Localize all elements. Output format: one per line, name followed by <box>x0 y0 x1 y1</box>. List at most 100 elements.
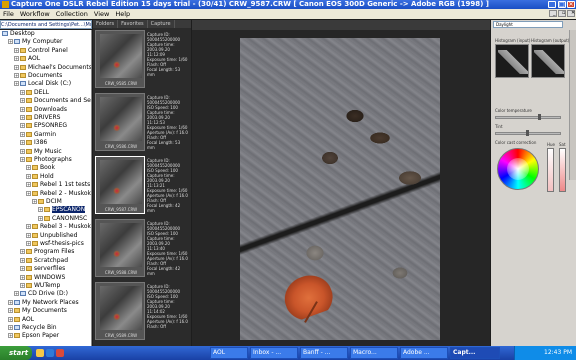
expand-toggle-icon[interactable]: + <box>8 39 13 45</box>
minimize-button[interactable]: _ <box>548 1 556 8</box>
slider-knob[interactable] <box>538 114 541 120</box>
tree-item[interactable]: + Rebel 3 - Muskoka <box>26 223 91 231</box>
tree-item[interactable]: + Hold <box>26 173 54 181</box>
quicklaunch-folder-icon[interactable] <box>36 349 44 357</box>
tree-item[interactable]: + DCIM <box>32 198 62 206</box>
tree-item[interactable]: + CD Drive (D:) <box>14 290 68 298</box>
expand-toggle-icon[interactable]: + <box>38 207 43 213</box>
tree-item[interactable]: + CANONMSC <box>38 215 87 223</box>
tree-item[interactable]: + Epson Paper <box>8 332 59 340</box>
expand-toggle-icon[interactable]: + <box>14 291 19 297</box>
expand-toggle-icon[interactable]: + <box>26 232 31 238</box>
expand-toggle-icon[interactable]: + <box>20 106 25 112</box>
tree-item[interactable]: + Rebel 1 1st tests <box>26 181 90 189</box>
expand-toggle-icon[interactable]: + <box>26 165 31 171</box>
tree-item[interactable]: + wsf-thesis-pics <box>26 240 84 248</box>
tree-item[interactable]: + Documents <box>14 72 62 80</box>
expand-toggle-icon[interactable]: + <box>14 47 19 53</box>
image-browser[interactable]: Folders Favorites Capture CRW_9585.CRW Capt… <box>93 20 191 346</box>
expand-toggle-icon[interactable]: + <box>8 299 13 305</box>
menu-view[interactable]: View <box>91 9 112 19</box>
tab-folders[interactable]: Folders <box>93 20 119 28</box>
mdi-minimize-icon[interactable]: _ <box>549 10 557 17</box>
tree-item[interactable]: + Unpublished <box>26 232 77 240</box>
expand-toggle-icon[interactable]: + <box>20 274 25 280</box>
thumbnail-row[interactable]: CRW_9585.CRW Capture ID: 5000455200000 Capt… <box>95 30 189 90</box>
tree-item[interactable]: + My Network Places <box>8 299 79 307</box>
tree-item[interactable]: + My Music <box>20 148 62 156</box>
slider-knob[interactable] <box>526 130 529 136</box>
tree-item[interactable]: + EPSCANON <box>38 206 86 214</box>
folder-tree[interactable]: Desktop + My Computer + Control Panel + AOL + Mi… <box>0 30 92 346</box>
expand-toggle-icon[interactable]: + <box>14 56 19 62</box>
expand-toggle-icon[interactable]: + <box>20 89 25 95</box>
menu-workflow[interactable]: Workflow <box>17 9 53 19</box>
expand-toggle-icon[interactable]: + <box>26 190 31 196</box>
quicklaunch-media-icon[interactable] <box>56 349 64 357</box>
panel-vertical-tabs[interactable] <box>569 30 576 180</box>
tree-item[interactable]: + My Documents <box>8 307 67 315</box>
expand-toggle-icon[interactable]: + <box>8 308 13 314</box>
thumbnail[interactable]: CRW_9588.CRW <box>95 219 145 277</box>
taskbar-item[interactable]: Macro... <box>350 347 398 359</box>
tree-item[interactable]: + Recycle Bin <box>8 324 57 332</box>
start-button[interactable]: start <box>0 346 32 360</box>
tree-item[interactable]: + serverfiles <box>20 265 65 273</box>
mdi-close-icon[interactable]: ✕ <box>567 10 575 17</box>
tree-item[interactable]: + Scratchpad <box>20 257 68 265</box>
tree-item[interactable]: + Michael's Documents <box>14 64 91 72</box>
image-viewer[interactable] <box>192 20 490 346</box>
expand-toggle-icon[interactable]: + <box>20 249 25 255</box>
tree-item[interactable]: + AOL <box>14 55 40 63</box>
tree-item[interactable]: + Local Disk (C:) <box>14 80 71 88</box>
expand-toggle-icon[interactable]: + <box>26 173 31 179</box>
taskbar-item[interactable]: Inbox - ... <box>250 347 298 359</box>
menu-file[interactable]: File <box>0 9 17 19</box>
expand-toggle-icon[interactable]: + <box>14 81 19 87</box>
tree-item[interactable]: + Control Panel <box>14 47 68 55</box>
taskbar-item[interactable]: AOL <box>210 347 248 359</box>
menu-collection[interactable]: Collection <box>53 9 91 19</box>
color-temperature-slider[interactable] <box>495 114 561 120</box>
color-wheel[interactable] <box>497 148 539 190</box>
expand-toggle-icon[interactable]: + <box>20 157 25 162</box>
thumbnail[interactable]: CRW_9587.CRW <box>95 156 145 214</box>
maximize-button[interactable]: □ <box>558 1 566 8</box>
tree-item[interactable]: + Downloads <box>20 106 67 114</box>
expand-toggle-icon[interactable]: + <box>20 131 25 137</box>
thumbnail-row[interactable]: CRW_9589.CRW Capture ID: 5000455200000 ISO … <box>95 282 189 342</box>
tree-item[interactable]: + Program Files <box>20 248 74 256</box>
tree-item[interactable]: + WINDOWS <box>20 274 65 282</box>
tree-item[interactable]: Desktop <box>2 30 35 38</box>
expand-toggle-icon[interactable]: + <box>14 64 19 70</box>
preset-combo[interactable]: Daylight <box>493 21 563 28</box>
thumbnail[interactable]: CRW_9589.CRW <box>95 282 145 340</box>
expand-toggle-icon[interactable]: + <box>20 98 25 104</box>
mdi-restore-icon[interactable]: ▫ <box>558 10 566 17</box>
tree-item[interactable]: + DELL <box>20 89 49 97</box>
tree-item[interactable]: + Documents and Settin <box>20 97 91 105</box>
expand-toggle-icon[interactable]: + <box>26 182 31 188</box>
taskbar-item[interactable]: Capt... <box>450 347 500 359</box>
thumbnail[interactable]: CRW_9585.CRW <box>95 30 145 88</box>
tab-capture[interactable]: Capture <box>148 20 175 28</box>
tree-item[interactable]: + DRIVERS <box>20 114 60 122</box>
expand-toggle-icon[interactable]: + <box>20 257 25 263</box>
tree-item[interactable]: + EPSONREG <box>20 122 67 130</box>
tree-item[interactable]: + Garmin <box>20 131 56 139</box>
taskbar-item[interactable]: Adobe ... <box>400 347 448 359</box>
quicklaunch-ie-icon[interactable] <box>46 349 54 357</box>
thumbnail-row[interactable]: CRW_9588.CRW Capture ID: 5000455200000 ISO … <box>95 219 189 279</box>
expand-toggle-icon[interactable]: + <box>14 73 19 78</box>
expand-toggle-icon[interactable]: + <box>8 325 13 330</box>
taskbar-item[interactable]: Banff - ... <box>300 347 348 359</box>
expand-toggle-icon[interactable]: + <box>32 199 37 204</box>
expand-toggle-icon[interactable]: + <box>26 224 31 230</box>
thumbnail-row[interactable]: CRW_9587.CRW Capture ID: 5000455200000 ISO … <box>95 156 189 216</box>
expand-toggle-icon[interactable]: + <box>20 266 25 272</box>
tint-slider[interactable] <box>495 130 561 136</box>
expand-toggle-icon[interactable]: + <box>38 215 43 221</box>
tree-item[interactable]: + Photographs <box>20 156 72 164</box>
expand-toggle-icon[interactable]: + <box>8 333 13 339</box>
menu-help[interactable]: Help <box>112 9 133 19</box>
